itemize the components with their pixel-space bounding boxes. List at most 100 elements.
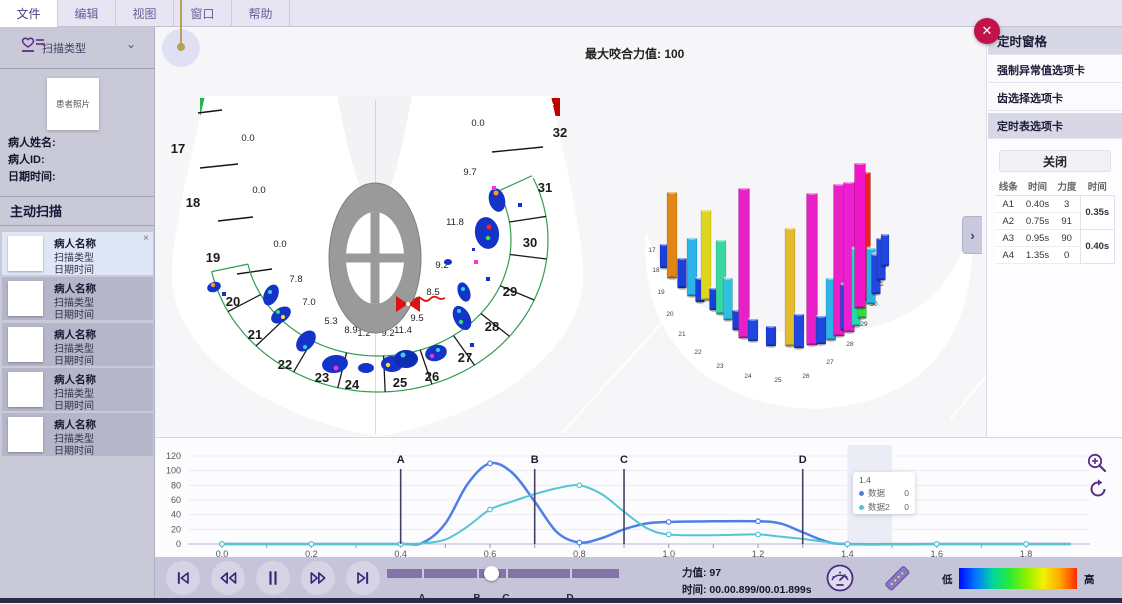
- svg-text:24: 24: [744, 373, 752, 380]
- slider-tick-d: [570, 569, 572, 578]
- active-scan-header: 主动扫描: [0, 196, 154, 226]
- scan-datetime: 日期时间: [54, 352, 94, 367]
- playback-toolbar: A B C D 力值: 97 时间: 00.00.899/00.01.899s …: [155, 557, 1122, 598]
- rewind-button[interactable]: [211, 561, 245, 595]
- tooth-number: 32: [553, 125, 567, 140]
- interval-a3-a4: 0.40s: [1080, 230, 1114, 264]
- tooth-number: 18: [186, 195, 200, 210]
- patient-photo-label: 患者照片: [56, 98, 90, 110]
- slider-tick-b: [477, 569, 479, 578]
- table-row: A1 0.40s 3 0.35s: [995, 196, 1115, 213]
- pause-button[interactable]: [256, 561, 290, 595]
- scan-thumbnail: [8, 372, 43, 407]
- panel-expander-button[interactable]: ›: [962, 216, 982, 254]
- svg-text:40: 40: [171, 510, 181, 520]
- series-dot: [859, 491, 864, 496]
- tooth-number: 20: [226, 294, 240, 309]
- menu-file[interactable]: 文件: [0, 0, 58, 27]
- scan-card-1[interactable]: 病人名称 扫描类型 日期时间 ×: [2, 232, 153, 275]
- timing-table: 线条 时间 力度 时间 A1 0.40s 3 0.35s A2 0.75s 91…: [995, 177, 1115, 264]
- reset-refresh-icon[interactable]: [1087, 478, 1109, 500]
- tooth-force-value: 11.4: [394, 325, 412, 336]
- tab-force-outliers[interactable]: 强制异常值选项卡: [988, 57, 1122, 83]
- panel-close-button[interactable]: ✕: [974, 18, 1000, 44]
- svg-text:80: 80: [171, 480, 181, 490]
- skip-to-end-icon: [353, 568, 373, 588]
- fast-forward-button[interactable]: [301, 561, 335, 595]
- patient-id-label: 病人ID:: [8, 151, 45, 167]
- dental-arch-and-3d-view[interactable]: 170.0180.0190.0207.8217.0225.3238.9241.2…: [155, 27, 986, 437]
- col-force: 力度: [1054, 177, 1080, 196]
- col-time: 时间: [1021, 177, 1053, 196]
- skip-to-end-button[interactable]: [346, 561, 380, 595]
- force-time-chart[interactable]: 0204060801001200.00.20.40.60.81.01.21.41…: [155, 438, 1122, 558]
- menu-window[interactable]: 窗口: [174, 0, 232, 27]
- menu-help[interactable]: 帮助: [232, 0, 290, 27]
- tooth-force-value: 9.7: [463, 167, 476, 178]
- svg-text:19: 19: [657, 289, 665, 296]
- skip-to-start-icon: [173, 568, 193, 588]
- force-gauge-icon[interactable]: [826, 564, 854, 592]
- tooth-number: 25: [393, 375, 407, 390]
- scan-thumbnail: [8, 417, 43, 452]
- tooth-force-value: 0.0: [252, 185, 265, 196]
- rewind-icon: [218, 568, 238, 588]
- scan-card-3[interactable]: 病人名称 扫描类型 日期时间: [2, 323, 153, 366]
- force-color-scale: [959, 568, 1077, 589]
- tooth-number: 24: [345, 377, 360, 392]
- slider-handle[interactable]: [484, 566, 499, 581]
- skip-to-start-button[interactable]: [166, 561, 200, 595]
- svg-text:25: 25: [774, 377, 782, 384]
- tooltip-series-2: 数据2 0: [859, 501, 909, 513]
- interval-a1-a2: 0.35s: [1080, 196, 1114, 230]
- timing-panel: 定时窗格 强制异常值选项卡 齿选择选项卡 定时表选项卡 关闭 线条 时间 力度 …: [986, 27, 1122, 437]
- svg-text:29: 29: [860, 321, 868, 328]
- patient-photo-placeholder: 患者照片: [47, 78, 99, 130]
- svg-text:C: C: [620, 454, 628, 466]
- svg-text:100: 100: [166, 466, 181, 476]
- svg-text:27: 27: [826, 359, 834, 366]
- tab-timing-table[interactable]: 定时表选项卡: [988, 113, 1122, 139]
- svg-text:0: 0: [176, 539, 181, 549]
- tooth-number: 27: [458, 350, 472, 365]
- svg-text:A: A: [397, 454, 405, 466]
- fast-forward-icon: [308, 568, 328, 588]
- scan-card-5[interactable]: 病人名称 扫描类型 日期时间: [2, 413, 153, 456]
- close-icon[interactable]: ×: [143, 233, 149, 244]
- center-of-force-target: [329, 183, 421, 333]
- tab-tooth-selection[interactable]: 齿选择选项卡: [988, 85, 1122, 111]
- force-value-text: 力值: 97: [682, 565, 721, 580]
- chevron-right-icon: ›: [970, 228, 974, 243]
- slider-tick-c: [506, 569, 508, 578]
- scan-type-dropdown[interactable]: 扫描类型 ⌄: [0, 27, 154, 69]
- 3d-bar-view[interactable]: 17181920212223242526272829303132: [563, 161, 986, 432]
- pin-marker-line[interactable]: [180, 0, 182, 47]
- tooth-number: 29: [503, 284, 517, 299]
- ruler-icon[interactable]: [882, 563, 912, 593]
- menu-view[interactable]: 视图: [116, 0, 174, 27]
- timeline-slider[interactable]: A B C D: [387, 569, 619, 578]
- close-table-button[interactable]: 关闭: [999, 150, 1111, 172]
- svg-text:120: 120: [166, 451, 181, 461]
- col-time2: 时间: [1080, 177, 1114, 196]
- svg-text:20: 20: [666, 311, 674, 318]
- tooth-number: 30: [523, 235, 537, 250]
- scan-thumbnail: [8, 281, 43, 316]
- pin-marker-dot[interactable]: [177, 43, 185, 51]
- svg-text:20: 20: [171, 524, 181, 534]
- zoom-in-icon[interactable]: [1086, 452, 1108, 474]
- force-time-chart-panel: 0204060801001200.00.20.40.60.81.01.21.41…: [155, 437, 1122, 557]
- sidebar: 扫描类型 ⌄ 患者照片 病人姓名: 病人ID: 日期时间: 主动扫描 病人名称 …: [0, 27, 155, 598]
- patient-name-label: 病人姓名:: [8, 134, 56, 150]
- chevron-down-icon: ⌄: [126, 37, 136, 51]
- main-view: 最大咬合力值: 100 Left 30.2% 69.8% Right 170.0…: [155, 27, 986, 437]
- scan-card-4[interactable]: 病人名称 扫描类型 日期时间: [2, 368, 153, 411]
- tooth-force-value: 9.5: [410, 313, 423, 324]
- svg-text:60: 60: [171, 495, 181, 505]
- series-line: [222, 463, 1071, 545]
- tooltip-x-value: 1.4: [859, 475, 909, 485]
- scan-card-2[interactable]: 病人名称 扫描类型 日期时间: [2, 277, 153, 320]
- menu-edit[interactable]: 编辑: [58, 0, 116, 27]
- svg-text:D: D: [799, 454, 807, 466]
- tooth-force-value: 7.8: [289, 274, 302, 285]
